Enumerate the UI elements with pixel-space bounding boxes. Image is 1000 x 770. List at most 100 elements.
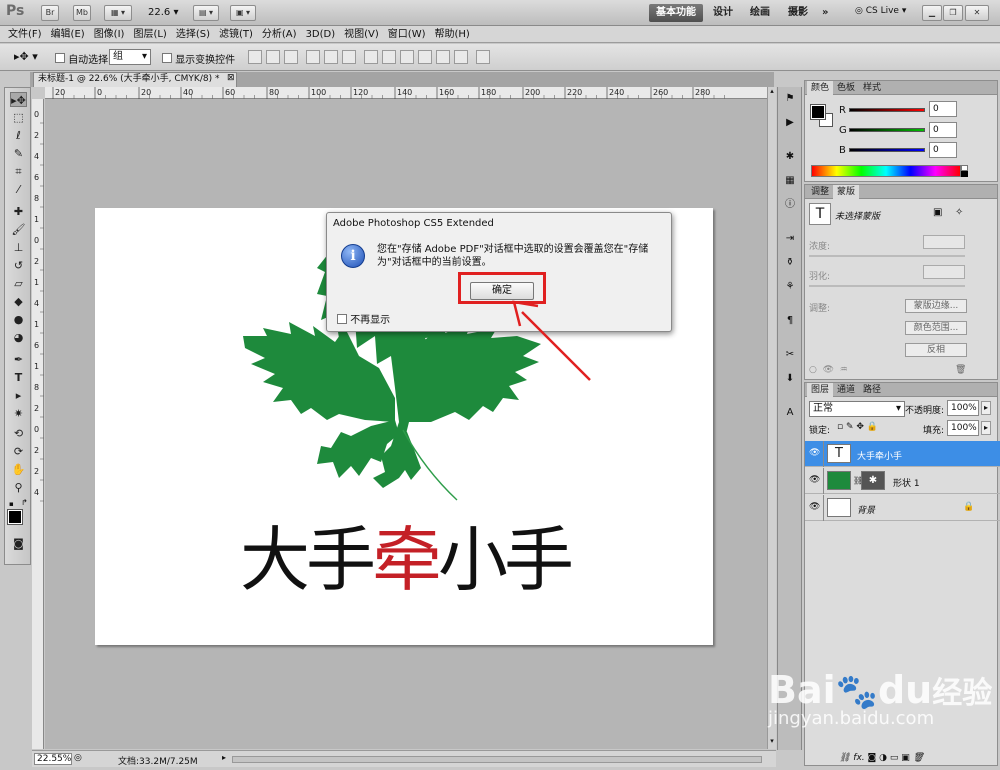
eraser-tool-icon[interactable]: ▱ — [10, 276, 27, 291]
distribute-left-icon[interactable] — [418, 50, 432, 64]
layer-name[interactable]: 大手牵小手 — [857, 449, 902, 462]
vertical-scrollbar[interactable]: ▴ ▾ — [767, 87, 776, 749]
workspace-photography[interactable]: 摄影 — [781, 4, 815, 22]
swap-colors-icon[interactable]: ↱ — [21, 498, 28, 507]
distribute-bottom-icon[interactable] — [400, 50, 414, 64]
align-right-icon[interactable] — [342, 50, 356, 64]
show-transform-checkbox[interactable] — [162, 53, 172, 63]
tab-paths[interactable]: 路径 — [859, 383, 885, 397]
color-range-button[interactable]: 颜色范围... — [905, 321, 967, 335]
cs-live-button[interactable]: ◎ CS Live ▾ — [855, 6, 906, 16]
more-workspaces-button[interactable]: » — [815, 4, 835, 22]
mini-bridge-button[interactable]: Mb — [73, 5, 91, 21]
crop-tool-icon[interactable]: ⌗ — [10, 164, 27, 179]
layer-name[interactable]: 形状 1 — [893, 476, 920, 489]
paragraph-panel-icon[interactable]: ¶ — [781, 313, 799, 329]
tab-masks[interactable]: 蒙版 — [833, 185, 860, 199]
layer-row-shape[interactable]: 👁 ⛓ ✱ 形状 1 — [805, 468, 1000, 494]
layer-row-text[interactable]: 👁 T 大手牵小手 — [805, 441, 1000, 467]
info-panel-icon[interactable]: ▦ — [781, 173, 799, 189]
auto-select-checkbox-group[interactable]: 自动选择: — [55, 51, 112, 66]
clone-stamp-tool-icon[interactable]: ⊥ — [10, 240, 27, 255]
minimize-button[interactable]: ▁ — [922, 5, 942, 21]
arrange-documents-dropdown[interactable]: ▤ ▾ — [193, 5, 219, 21]
menu-edit[interactable]: 编辑(E) — [46, 26, 89, 43]
screen-mode-dropdown[interactable]: ▣ ▾ — [230, 5, 256, 21]
status-info-icon[interactable]: ◎ — [74, 753, 82, 763]
r-value-field[interactable]: 0 — [929, 101, 957, 117]
mask-edge-button[interactable]: 蒙版边缘... — [905, 299, 967, 313]
menu-file[interactable]: 文件(F) — [0, 26, 46, 43]
move-tool-preset-icon[interactable]: ▸✥ ▾ — [14, 50, 38, 63]
auto-select-checkbox[interactable] — [55, 53, 65, 63]
zoom-tool-icon[interactable]: ⚲ — [10, 480, 27, 495]
pixel-mask-icon[interactable]: ▣ — [933, 207, 942, 218]
show-transform-group[interactable]: 显示变换控件 — [162, 51, 235, 66]
3d-orbit-tool-icon[interactable]: ⟳ — [10, 444, 27, 459]
paths-panel-icon[interactable]: ✂ — [781, 347, 799, 363]
align-top-icon[interactable] — [248, 50, 262, 64]
actions-panel-icon[interactable]: ▶ — [781, 115, 799, 131]
brush-tool-icon[interactable]: 🖌 — [10, 222, 27, 237]
status-menu-arrow-icon[interactable]: ▸ — [222, 753, 226, 762]
close-document-icon[interactable]: ⊠ — [227, 73, 235, 83]
layer-visibility-eye-icon[interactable]: 👁 — [809, 449, 821, 458]
menu-select[interactable]: 选择(S) — [171, 26, 214, 43]
character-panel-icon[interactable]: A — [781, 405, 799, 421]
fill-field[interactable]: 100% — [947, 420, 979, 436]
density-slider[interactable] — [809, 255, 965, 257]
scroll-up-arrow-icon[interactable]: ▴ — [768, 87, 776, 97]
auto-align-layers-icon[interactable] — [476, 50, 490, 64]
horizontal-scrollbar[interactable] — [232, 756, 762, 763]
feather-slider[interactable] — [809, 285, 965, 287]
g-slider[interactable] — [849, 128, 925, 132]
layer-row-background[interactable]: 👁 背景 🔒 — [805, 495, 1000, 521]
tab-swatches[interactable]: 色板 — [833, 81, 859, 95]
distribute-hcenter-icon[interactable] — [436, 50, 450, 64]
density-field[interactable] — [923, 235, 965, 249]
tab-layers[interactable]: 图层 — [807, 383, 834, 397]
tab-channels[interactable]: 通道 — [833, 383, 859, 397]
mask-footer-icons[interactable]: ○ 👁 ♒ — [809, 365, 848, 375]
spectrum-black-chip[interactable] — [961, 171, 968, 177]
color-foreground-swatch[interactable] — [810, 104, 826, 120]
clone-source-icon[interactable]: ⚱ — [781, 255, 799, 271]
status-zoom-field[interactable]: 22.55% — [34, 753, 72, 765]
opacity-field[interactable]: 100% — [947, 400, 979, 416]
menu-filter[interactable]: 滤镜(T) — [214, 26, 257, 43]
tab-color[interactable]: 颜色 — [807, 81, 834, 95]
distribute-right-icon[interactable] — [454, 50, 468, 64]
b-slider[interactable] — [849, 148, 925, 152]
g-value-field[interactable]: 0 — [929, 122, 957, 138]
menu-window[interactable]: 窗口(W) — [383, 26, 430, 43]
view-extras-dropdown[interactable]: ▦ ▾ — [104, 5, 132, 21]
3d-rotate-tool-icon[interactable]: ⟲ — [10, 426, 27, 441]
eyedropper-tool-icon[interactable]: ⁄ — [10, 182, 27, 197]
workspace-essentials[interactable]: 基本功能 — [649, 4, 703, 22]
dont-show-again-option[interactable]: 不再显示 — [337, 311, 390, 326]
menu-view[interactable]: 视图(V) — [339, 26, 383, 43]
layer-visibility-eye-icon[interactable]: 👁 — [809, 476, 821, 485]
blend-mode-dropdown[interactable]: 正常 ▾ — [809, 401, 905, 417]
align-hcenter-icon[interactable] — [324, 50, 338, 64]
default-colors-icon[interactable]: ▪ — [9, 500, 17, 508]
paint-bucket-tool-icon[interactable]: ◆ — [10, 294, 27, 309]
channels-panel-icon[interactable]: ⬇ — [781, 371, 799, 387]
path-selection-tool-icon[interactable]: ▸ — [10, 388, 27, 403]
hand-tool-icon[interactable]: ✋ — [10, 462, 27, 477]
quick-selection-tool-icon[interactable]: ✎ — [10, 146, 27, 161]
bridge-button[interactable]: Br — [41, 5, 59, 21]
lock-icons[interactable]: ▫ ✎ ✥ 🔒 — [837, 422, 878, 432]
vector-mask-icon[interactable]: ✧ — [955, 207, 963, 218]
distribute-top-icon[interactable] — [364, 50, 378, 64]
r-slider[interactable] — [849, 108, 925, 112]
workspace-design[interactable]: 设计 — [706, 4, 740, 22]
quick-mask-icon[interactable]: ◙ — [10, 536, 27, 551]
distribute-vcenter-icon[interactable] — [382, 50, 396, 64]
dont-show-again-checkbox[interactable] — [337, 314, 347, 324]
menu-image[interactable]: 图像(I) — [89, 26, 129, 43]
layer-visibility-eye-icon[interactable]: 👁 — [809, 503, 821, 512]
menu-3d[interactable]: 3D(D) — [301, 26, 340, 43]
close-button[interactable]: ✕ — [965, 5, 989, 21]
menu-layer[interactable]: 图层(L) — [128, 26, 170, 43]
